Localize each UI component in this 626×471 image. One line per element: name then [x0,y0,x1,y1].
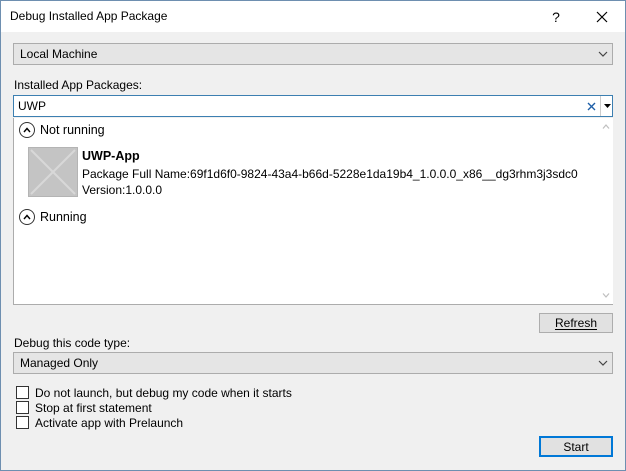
chevron-up-icon [23,127,31,133]
scroll-down-button[interactable] [599,288,613,302]
target-machine-select[interactable]: Local Machine [13,43,613,65]
chevron-down-icon [598,51,608,57]
option-label: Activate app with Prelaunch [35,415,184,430]
placeholder-image-icon [30,149,76,195]
group-label: Not running [40,123,105,137]
package-version: Version:1.0.0.0 [82,183,163,197]
package-name: UWP-App [82,149,140,163]
vertical-scrollbar[interactable] [599,118,613,304]
start-label: Start [563,439,589,454]
dialog-window: Debug Installed App Package ? Local Mach… [0,0,626,471]
installed-packages-label: Installed App Packages: [14,78,143,92]
package-item[interactable]: UWP-App Package Full Name:69f1d6f0-9824-… [28,146,588,202]
chevron-down-icon [602,292,610,298]
chevron-up-icon [602,123,610,129]
group-header-not-running[interactable]: Not running [19,121,105,139]
package-list: Not running UWP-App Package Full Name:69… [13,118,613,305]
checkbox[interactable] [16,416,29,429]
option-prelaunch[interactable]: Activate app with Prelaunch [16,415,183,430]
collapse-group-button[interactable] [19,122,35,138]
close-button[interactable] [579,1,625,32]
option-debug-on-start[interactable]: Do not launch, but debug my code when it… [16,385,292,400]
clear-icon [587,102,595,110]
group-label: Running [40,210,87,224]
app-logo-placeholder [28,147,78,197]
option-label: Do not launch, but debug my code when it… [35,385,292,400]
package-full-name: Package Full Name:69f1d6f0-9824-43a4-b66… [82,167,578,181]
help-button[interactable]: ? [533,1,579,32]
option-stop-first-statement[interactable]: Stop at first statement [16,400,152,415]
refresh-label: Refresh [554,316,598,330]
code-type-label: Debug this code type: [14,336,131,350]
checkbox[interactable] [16,386,29,399]
window-title: Debug Installed App Package [10,9,168,23]
title-bar: Debug Installed App Package ? [1,1,625,32]
code-type-value: Managed Only [20,356,99,370]
clear-search-button[interactable] [584,98,598,114]
search-dropdown-button[interactable] [600,96,613,116]
collapse-group-button[interactable] [19,209,35,225]
chevron-down-icon [598,360,608,366]
package-search-box[interactable] [13,95,613,117]
chevron-up-icon [23,214,31,220]
refresh-button[interactable]: Refresh [539,313,613,333]
package-search-input[interactable] [18,98,578,114]
close-icon [596,11,608,22]
option-label: Stop at first statement [35,400,152,415]
code-type-select[interactable]: Managed Only [13,352,613,374]
group-header-running[interactable]: Running [19,208,87,226]
target-machine-value: Local Machine [20,47,98,61]
scroll-up-button[interactable] [599,119,613,133]
help-icon: ? [552,8,560,25]
start-button[interactable]: Start [539,436,613,457]
dropdown-arrow-icon [603,104,611,108]
checkbox[interactable] [16,401,29,414]
